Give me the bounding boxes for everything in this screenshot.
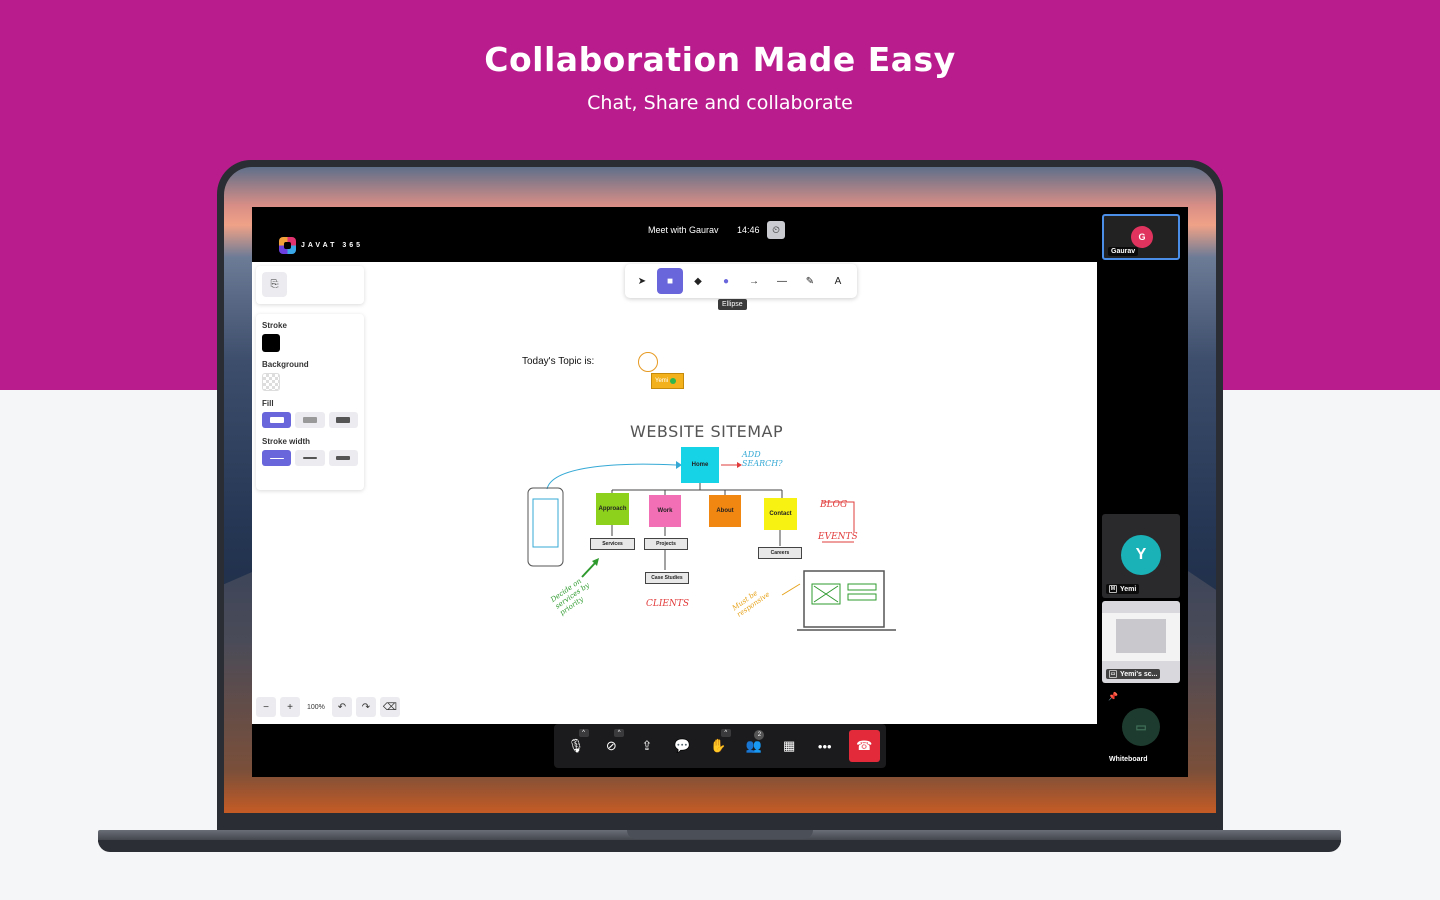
meeting-title: Meet with Gaurav [648,225,719,235]
subpage-projects[interactable]: Projects [644,538,688,550]
whiteboard-icon: ▭ [1122,708,1160,746]
camera-off-icon[interactable]: ⊘ ^ [596,729,628,762]
meeting-time: 14:46 [737,225,760,235]
participant-name: Yemi's sc... [1120,670,1158,678]
participant-label: ▭ Yemi's sc... [1106,669,1161,679]
participant-name: Whiteboard [1109,756,1148,763]
participant-tile-whiteboard[interactable]: 📌 ▭ Whiteboard [1102,688,1180,768]
laptop-base-bottom [98,840,1341,852]
participants-sidebar: G Gaurav Y M Yemi ▭ Yemi's sc... 📌 ▭ White… [1100,207,1188,777]
participants-count: 2 [754,730,765,740]
note-events[interactable]: EVENTS [818,532,858,542]
subpage-case-studies[interactable]: Case Studies [645,572,689,584]
redo-icon[interactable]: ↷ [355,697,376,717]
zoom-out-icon[interactable]: − [256,697,276,717]
page-approach[interactable]: Approach [596,493,629,525]
reactions-caret[interactable]: ^ [720,729,731,737]
participant-name: Gaurav [1108,247,1139,256]
chat-icon[interactable]: 💬 [667,730,699,762]
page-about[interactable]: About [709,495,741,527]
screen-share-icon[interactable]: ⇪ [631,730,663,762]
microphone-icon[interactable]: 🎙 ^ [560,729,592,762]
meeting-app: JAVAT 365 Meet with Gaurav 14:46 ⏲ ⎘ Str… [252,207,1188,777]
participant-label: M Yemi [1106,584,1140,594]
avatar: Y [1121,535,1161,575]
participant-tile-yemi[interactable]: Y M Yemi [1102,514,1180,598]
logo-icon [279,237,296,254]
participants-icon[interactable]: 👥 2 [738,730,770,762]
participant-name: Yemi [1120,585,1137,593]
raise-hand-icon[interactable]: ✋ ^ [702,729,734,762]
whiteboard-canvas[interactable]: ⎘ Stroke Background Fill Stroke width ➤ … [252,262,1097,724]
note-blog[interactable]: BLOG [820,500,847,510]
more-options-icon[interactable]: ••• [809,730,841,762]
end-call-icon[interactable]: ☎ [848,730,881,762]
hero-title: Collaboration Made Easy [484,40,956,79]
laptop-notch [627,830,813,839]
participant-tile-screen[interactable]: ▭ Yemi's sc... [1102,601,1180,683]
tile-view-icon[interactable]: ▦ [773,730,805,762]
note-add-search[interactable]: ADD SEARCH? [742,450,783,468]
call-controls: 🎙 ^ ⊘ ^ ⇪ 💬 ✋ ^ 👥 2 ▦ ••• ☎ [554,724,886,768]
app-logo: JAVAT 365 [279,237,363,254]
zoom-in-icon[interactable]: + [280,697,300,717]
zoom-controls: − + 100% ↶ ↷ ⌫ [256,697,400,717]
eraser-icon[interactable]: ⌫ [379,697,400,717]
avatar: G [1131,226,1153,248]
mic-options-caret[interactable]: ^ [578,729,589,737]
sitemap-connectors [527,461,896,631]
subpage-careers[interactable]: Careers [758,547,802,559]
pin-icon[interactable]: 📌 [1108,692,1118,701]
camera-options-caret[interactable]: ^ [614,729,625,737]
hero-subtitle: Chat, Share and collaborate [587,92,853,114]
screen-preview-window [1116,619,1166,653]
zoom-value[interactable]: 100% [304,704,328,711]
logo-text: JAVAT 365 [301,242,364,249]
note-clients[interactable]: CLIENTS [646,599,689,609]
mic-muted-icon: M [1109,585,1117,593]
page-work[interactable]: Work [649,495,681,527]
undo-icon[interactable]: ↶ [331,697,352,717]
page-contact[interactable]: Contact [764,498,797,530]
screen-share-mini-icon: ▭ [1109,670,1117,678]
subpage-services[interactable]: Services [590,538,635,550]
speedometer-icon[interactable]: ⏲ [767,221,785,239]
page-home[interactable]: Home [681,447,719,483]
participant-tile-gaurav[interactable]: G Gaurav [1102,214,1180,260]
